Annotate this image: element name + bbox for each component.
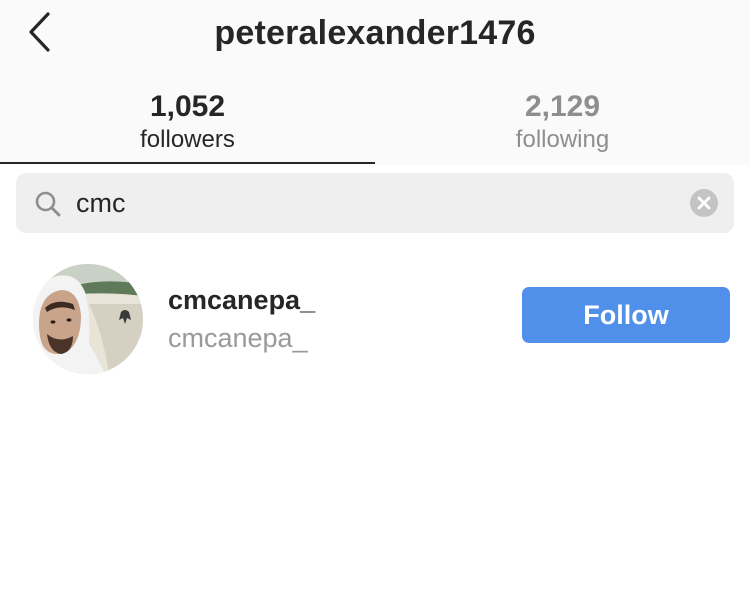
list-item: cmcanepa_ cmcanepa_ Follow: [0, 255, 750, 385]
search-input[interactable]: [76, 181, 676, 225]
avatar[interactable]: [33, 264, 143, 374]
tab-followers[interactable]: 1,052 followers: [0, 88, 375, 165]
result-full-name: cmcanepa_: [168, 323, 308, 353]
avatar-photo: [33, 264, 143, 374]
tab-following[interactable]: 2,129 following: [375, 88, 750, 165]
result-username[interactable]: cmcanepa_: [168, 285, 315, 316]
search-bar[interactable]: [16, 173, 734, 233]
active-tab-indicator: [0, 162, 375, 164]
followers-label: followers: [140, 126, 235, 153]
following-label: following: [515, 126, 610, 153]
follow-button[interactable]: Follow: [522, 287, 730, 343]
search-icon: [35, 191, 61, 217]
clear-icon[interactable]: [690, 189, 718, 217]
following-count: 2,129: [524, 90, 601, 123]
top-header: peteralexander1476 1,052 followers 2,129…: [0, 0, 750, 165]
page-title: peteralexander1476: [214, 14, 536, 52]
followers-count: 1,052: [149, 90, 226, 123]
